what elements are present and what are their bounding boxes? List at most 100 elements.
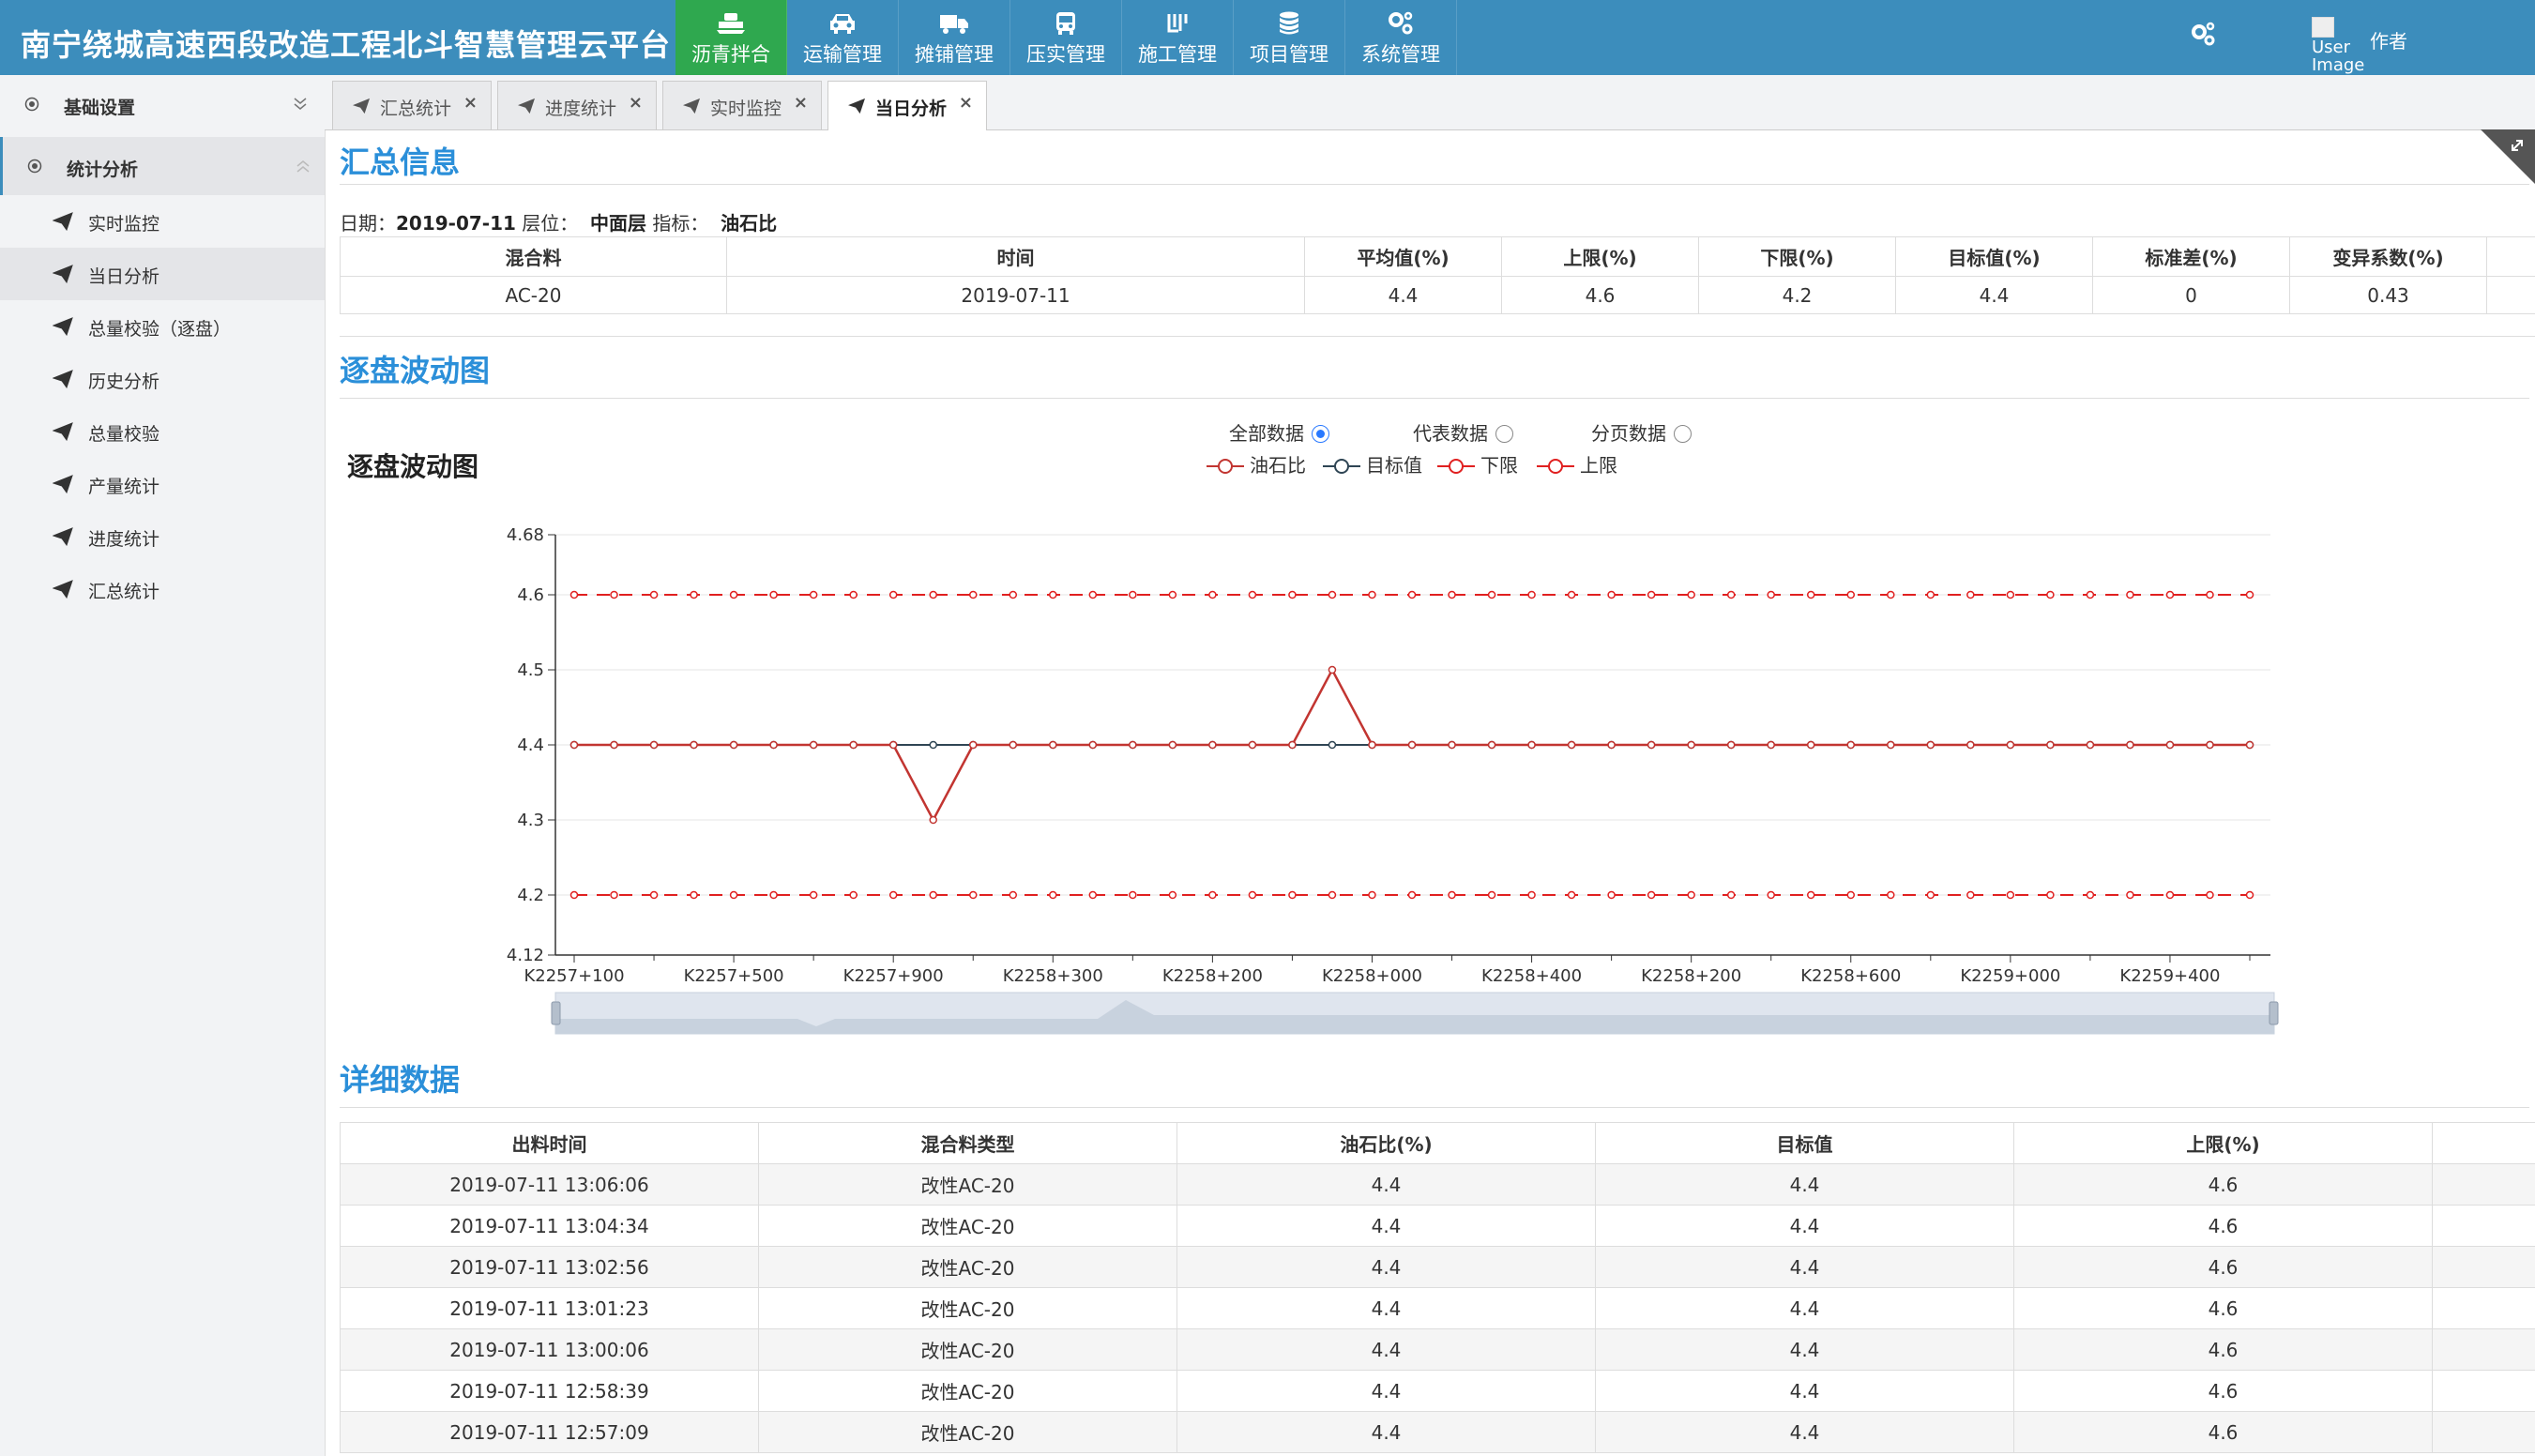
table-row[interactable]: 2019-07-11 12:58:39 改性AC-20 4.4 4.4 4.6 bbox=[340, 1370, 2535, 1412]
data-point bbox=[2206, 590, 2214, 599]
col-oil-ratio: 油石比(%) bbox=[1176, 1122, 1596, 1164]
table-cell: 2019-07-11 13:00:06 bbox=[340, 1328, 759, 1371]
data-point bbox=[1887, 740, 1895, 750]
col-filler bbox=[2432, 1122, 2535, 1164]
data-point bbox=[2245, 890, 2254, 900]
y-tick-label: 4.6 bbox=[517, 585, 544, 605]
data-point bbox=[1806, 890, 1815, 900]
data-point bbox=[2006, 740, 2015, 750]
table-cell: 改性AC-20 bbox=[758, 1411, 1177, 1453]
data-point bbox=[929, 740, 937, 750]
table-row[interactable]: 2019-07-11 12:57:09 改性AC-20 4.4 4.4 4.6 bbox=[340, 1411, 2535, 1453]
data-point bbox=[1088, 740, 1098, 750]
table-cell: 4.4 bbox=[1595, 1370, 2014, 1412]
x-tick-label: K2259+000 bbox=[1960, 966, 2060, 986]
zoom-handle-right[interactable] bbox=[2269, 1001, 2279, 1025]
data-point bbox=[1009, 590, 1018, 599]
data-point bbox=[1767, 890, 1775, 900]
col-mix-type: 混合料类型 bbox=[758, 1122, 1177, 1164]
table-row[interactable]: 2019-07-11 13:02:56 改性AC-20 4.4 4.4 4.6 bbox=[340, 1246, 2535, 1288]
data-point bbox=[1288, 740, 1297, 750]
table-cell: 4.6 bbox=[2013, 1287, 2433, 1329]
data-point bbox=[1168, 740, 1177, 750]
data-point bbox=[1487, 740, 1496, 750]
data-point bbox=[888, 890, 898, 900]
y-tick-label: 4.5 bbox=[517, 660, 544, 680]
data-point bbox=[1926, 890, 1935, 900]
detail-table: 出料时间 混合料类型 油石比(%) 目标值 上限(%) 2019-07-11 1… bbox=[340, 1122, 2535, 1453]
data-point bbox=[769, 590, 778, 599]
data-point bbox=[1248, 740, 1257, 750]
data-point bbox=[968, 590, 978, 599]
data-point bbox=[1567, 890, 1576, 900]
data-point bbox=[729, 590, 738, 599]
data-point bbox=[849, 890, 858, 900]
data-point bbox=[1049, 890, 1057, 900]
x-tick-label: K2258+200 bbox=[1162, 966, 1263, 986]
table-row[interactable]: 2019-07-11 13:04:34 改性AC-20 4.4 4.4 4.6 bbox=[340, 1205, 2535, 1247]
data-point bbox=[610, 890, 618, 900]
data-point bbox=[1009, 740, 1018, 750]
data-point bbox=[690, 740, 698, 750]
data-point bbox=[929, 890, 937, 900]
data-point bbox=[610, 740, 618, 750]
data-point bbox=[2245, 590, 2254, 599]
table-cell bbox=[2432, 1205, 2535, 1247]
x-tick-label: K2257+900 bbox=[843, 966, 944, 986]
data-point bbox=[1009, 890, 1018, 900]
table-cell: 2019-07-11 13:06:06 bbox=[340, 1163, 759, 1206]
table-cell: 2019-07-11 12:57:09 bbox=[340, 1411, 759, 1453]
data-point bbox=[2206, 890, 2214, 900]
data-point bbox=[1088, 890, 1098, 900]
data-point bbox=[1088, 590, 1098, 599]
data-point bbox=[2206, 740, 2214, 750]
data-point bbox=[1687, 890, 1695, 900]
data-point bbox=[1129, 740, 1137, 750]
data-point bbox=[1487, 890, 1496, 900]
data-point bbox=[2126, 590, 2134, 599]
data-point bbox=[1687, 590, 1695, 599]
data-point bbox=[1806, 740, 1815, 750]
data-point bbox=[649, 740, 659, 750]
data-point bbox=[1527, 740, 1536, 750]
table-row[interactable]: 2019-07-11 13:00:06 改性AC-20 4.4 4.4 4.6 bbox=[340, 1328, 2535, 1371]
data-point bbox=[849, 590, 858, 599]
chart-series-group bbox=[569, 590, 2254, 900]
table-row[interactable]: 2019-07-11 13:06:06 改性AC-20 4.4 4.4 4.6 bbox=[340, 1163, 2535, 1206]
table-cell: 4.4 bbox=[1595, 1246, 2014, 1288]
data-point bbox=[1448, 890, 1456, 900]
data-point bbox=[690, 890, 698, 900]
zoom-slider[interactable] bbox=[551, 992, 2279, 1035]
data-point bbox=[1926, 740, 1935, 750]
data-point bbox=[1726, 740, 1736, 750]
data-point bbox=[1926, 590, 1935, 599]
table-cell: 4.6 bbox=[2013, 1205, 2433, 1247]
zoom-handle-left[interactable] bbox=[551, 1001, 561, 1025]
table-cell bbox=[2432, 1370, 2535, 1412]
data-point bbox=[569, 740, 579, 750]
table-cell: 4.6 bbox=[2013, 1411, 2433, 1453]
table-cell: 改性AC-20 bbox=[758, 1328, 1177, 1371]
x-tick-label: K2257+100 bbox=[524, 966, 624, 986]
x-tick-label: K2258+300 bbox=[1003, 966, 1103, 986]
data-point bbox=[2086, 740, 2095, 750]
detail-table-body: 2019-07-11 13:06:06 改性AC-20 4.4 4.4 4.6 2019… bbox=[340, 1163, 2535, 1453]
table-cell: 4.4 bbox=[1595, 1328, 2014, 1371]
table-cell: 改性AC-20 bbox=[758, 1287, 1177, 1329]
data-point bbox=[968, 890, 978, 900]
table-cell: 4.4 bbox=[1176, 1287, 1596, 1329]
table-row[interactable]: 2019-07-11 13:01:23 改性AC-20 4.4 4.4 4.6 bbox=[340, 1287, 2535, 1329]
table-cell: 4.4 bbox=[1595, 1205, 2014, 1247]
data-point bbox=[1887, 890, 1895, 900]
data-point bbox=[1607, 890, 1616, 900]
data-point bbox=[1368, 740, 1376, 750]
table-cell: 2019-07-11 13:02:56 bbox=[340, 1246, 759, 1288]
data-point bbox=[2086, 890, 2095, 900]
data-point bbox=[2165, 740, 2175, 750]
data-point bbox=[1647, 590, 1656, 599]
data-point bbox=[1407, 590, 1417, 599]
data-point bbox=[569, 890, 579, 900]
data-point bbox=[2086, 590, 2095, 599]
x-tick-label: K2258+000 bbox=[1322, 966, 1422, 986]
data-point bbox=[1328, 740, 1337, 750]
